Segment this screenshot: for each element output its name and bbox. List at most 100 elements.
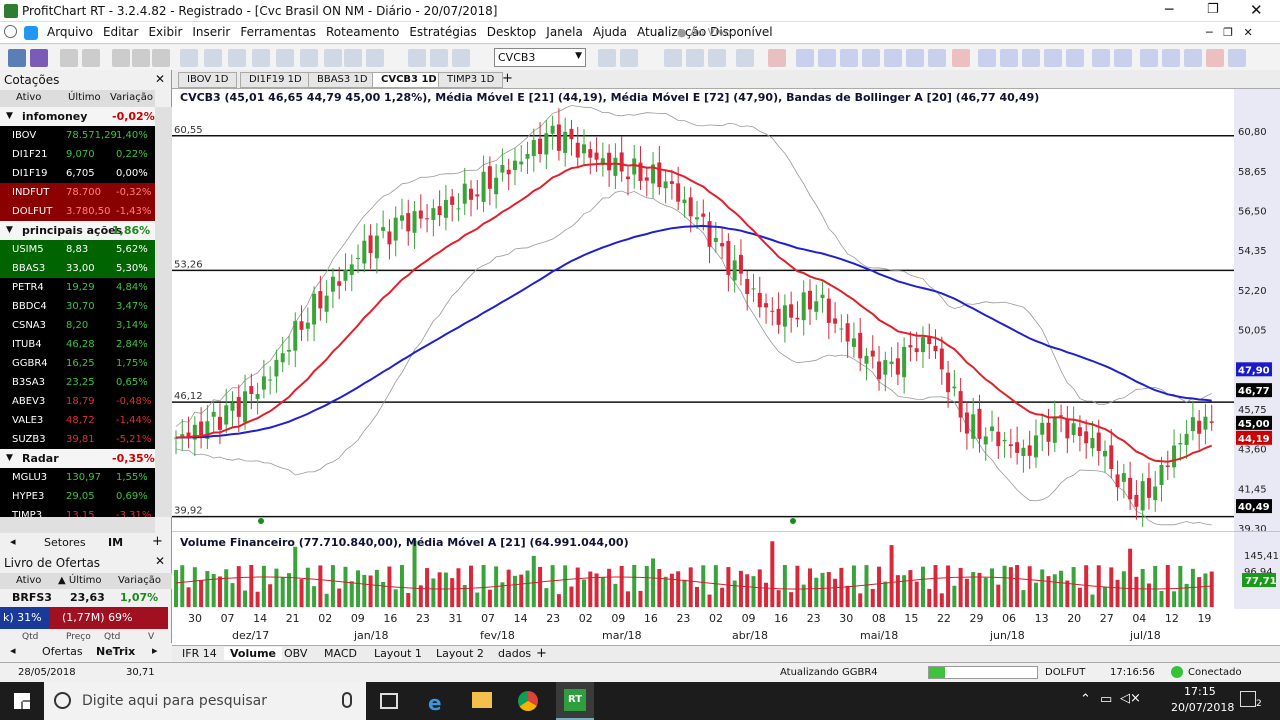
chevron-up-icon[interactable]: ⌃ [1080, 692, 1091, 707]
candle[interactable] [544, 133, 549, 155]
candle[interactable] [1140, 481, 1145, 511]
candle[interactable] [632, 158, 637, 175]
refresh-icon[interactable] [24, 26, 38, 40]
magnet-icon[interactable] [768, 49, 786, 67]
chevron-down-icon[interactable]: ▼ [575, 51, 582, 61]
candle[interactable] [399, 215, 404, 221]
candle[interactable] [1040, 422, 1045, 435]
candle[interactable] [1103, 450, 1108, 457]
livro-row[interactable]: BRFS3 23,63 1,07% [0, 589, 172, 606]
candle[interactable] [676, 183, 681, 202]
quote-row[interactable]: ABEV3 18,79 -0,48% [0, 392, 155, 411]
bars-icon[interactable] [204, 49, 222, 67]
header-ultimo[interactable]: Último [68, 92, 101, 103]
indicator-tab[interactable]: IFR 14 [176, 647, 223, 660]
candle[interactable] [1190, 417, 1195, 432]
quote-row[interactable]: INDFUT 78.700 -0,32% [0, 183, 155, 202]
candle[interactable] [713, 237, 718, 242]
collapse-icon[interactable]: ▼ [6, 221, 13, 240]
fib5-icon[interactable] [1066, 49, 1084, 67]
candle[interactable] [1002, 439, 1007, 442]
candle[interactable] [450, 196, 455, 205]
candle[interactable] [870, 350, 875, 357]
candle[interactable] [613, 157, 618, 176]
candle[interactable] [952, 386, 957, 389]
candle[interactable] [431, 208, 436, 220]
candle[interactable] [883, 360, 888, 375]
candle[interactable] [1109, 445, 1114, 470]
candle[interactable] [1184, 433, 1189, 445]
candle[interactable] [920, 337, 925, 353]
candle[interactable] [1046, 422, 1051, 442]
candle[interactable] [1115, 474, 1120, 488]
candle[interactable] [1165, 465, 1170, 467]
candle[interactable] [814, 301, 819, 312]
candle[interactable] [199, 421, 204, 436]
close-icon[interactable]: ✕ [155, 72, 165, 86]
menu-1[interactable]: Editar [98, 22, 144, 42]
settings-icon[interactable] [1228, 49, 1246, 67]
chart-type-icon[interactable] [180, 49, 198, 67]
line-icon[interactable] [252, 49, 270, 67]
close-icon[interactable]: ✕ [1250, 1, 1263, 19]
quote-row[interactable]: B3SA3 23,25 0,65% [0, 373, 155, 392]
header-ativo[interactable]: Ativo [16, 92, 41, 103]
header-variacao[interactable]: Variação [110, 92, 153, 103]
candle[interactable] [839, 328, 844, 330]
triangle-tool-icon[interactable] [928, 49, 946, 67]
collapse-icon[interactable]: ▼ [6, 107, 13, 126]
candle[interactable] [211, 411, 216, 417]
candle[interactable] [519, 161, 524, 165]
quote-row[interactable]: HYPE3 29,05 0,69% [0, 487, 155, 506]
search-icon[interactable]: ⌕ [658, 26, 665, 41]
candle[interactable] [1128, 477, 1133, 500]
candle[interactable] [337, 281, 342, 286]
candle[interactable] [1008, 444, 1013, 447]
ema21-line[interactable] [175, 162, 1213, 463]
delete-icon[interactable] [1206, 49, 1224, 67]
arrow-right-icon[interactable]: ▸ [152, 644, 158, 657]
candle[interactable] [833, 318, 838, 324]
candle[interactable] [864, 355, 869, 364]
candle[interactable] [412, 211, 417, 233]
candle[interactable] [1052, 417, 1057, 443]
livro-header-ultimo[interactable]: ▲ Último [58, 575, 102, 586]
candles-icon[interactable] [228, 49, 246, 67]
candle[interactable] [795, 317, 800, 320]
zoom-icon[interactable] [408, 49, 426, 67]
candle[interactable] [500, 165, 505, 173]
chart-tab[interactable]: TIMP3 1D [438, 72, 504, 88]
fib-icon[interactable] [978, 49, 996, 67]
indicator-tab[interactable]: Volume [224, 647, 282, 660]
network-icon[interactable]: ▭ [1100, 692, 1112, 707]
candle[interactable] [274, 359, 279, 377]
candle[interactable] [286, 349, 291, 352]
candle[interactable] [393, 217, 398, 241]
livro-header-variacao[interactable]: Variação [118, 575, 161, 586]
candle[interactable] [858, 332, 863, 359]
scrollbar[interactable] [155, 107, 172, 517]
candle[interactable] [889, 361, 894, 364]
quote-row[interactable]: TIMP3 13,15 -3,31% [0, 506, 155, 517]
paste-icon[interactable] [152, 49, 170, 67]
menu-4[interactable]: Ferramentas [235, 22, 321, 42]
quote-row[interactable]: PETR4 19,29 4,84% [0, 278, 155, 297]
zoom-in-icon[interactable] [430, 49, 448, 67]
candle[interactable] [525, 153, 530, 159]
candle[interactable] [789, 304, 794, 318]
candle[interactable] [255, 394, 260, 399]
candle[interactable] [776, 308, 781, 325]
candle[interactable] [1021, 447, 1026, 457]
candle[interactable] [588, 149, 593, 158]
gann2-icon[interactable] [1114, 49, 1132, 67]
tab-im[interactable]: IM [108, 536, 123, 549]
candle[interactable] [1084, 431, 1089, 444]
livro-header-ativo[interactable]: Ativo [16, 575, 41, 586]
candle[interactable] [563, 131, 568, 153]
candle[interactable] [236, 396, 241, 417]
menu-7[interactable]: Desktop [482, 22, 542, 42]
candle[interactable] [682, 199, 687, 204]
gann-icon[interactable] [1092, 49, 1110, 67]
quote-row[interactable]: USIM5 8,83 5,62% [0, 240, 155, 259]
candle[interactable] [801, 292, 806, 321]
